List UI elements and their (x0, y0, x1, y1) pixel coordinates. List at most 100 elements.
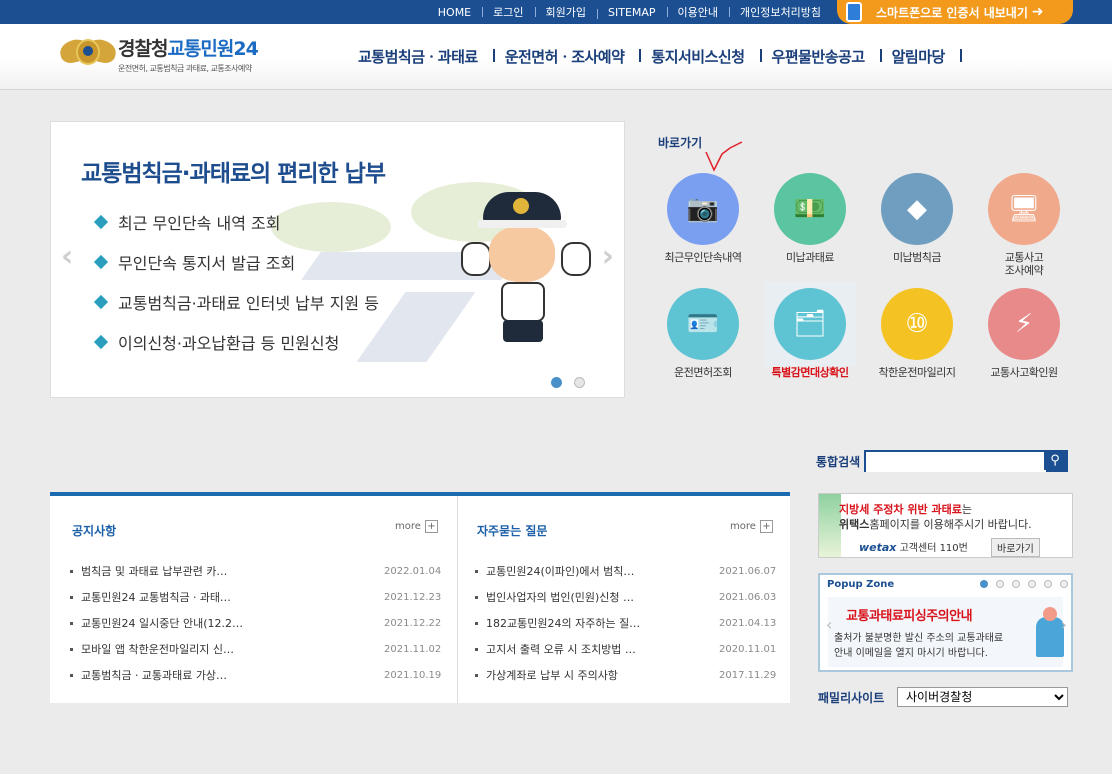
popup-headline: 교통과태료피싱주의안내 (846, 609, 973, 624)
family-site-label: 패밀리사이트 (818, 691, 885, 705)
popup-line-2: 안내 이메일을 열지 마시기 바랍니다. (834, 648, 988, 659)
popup-slide[interactable]: 교통과태료피싱주의안내 출처가 불분명한 발신 주소의 교통과태료 안내 이메일… (828, 597, 1064, 667)
slider-pagination (551, 377, 597, 388)
computer-icon: 🖥 (1007, 194, 1041, 224)
slider-feature-list: 최근 무인단속 내역 조회 무인단속 통지서 발급 조회 교통범칙금·과태료 인… (93, 202, 379, 362)
list-item[interactable]: 법인사업자의 법인(민원)신청 … 2021.06.03 (475, 584, 780, 610)
login-link[interactable]: 로그인 (482, 4, 534, 20)
list-item[interactable]: 모바일 앱 착한운전마일리지 신… 2021.11.02 (70, 636, 445, 662)
wetax-banner[interactable]: 지방세 주정차 위반 과태료는 위택스홈페이지를 이용해주시기 바랍니다. we… (818, 493, 1073, 558)
popup-dot-1[interactable] (980, 580, 988, 588)
nav-notification[interactable]: 통지서비스신청 (641, 46, 762, 67)
search-input[interactable] (866, 454, 1046, 472)
banner-red-text: 지방세 주정차 위반 과태료 (839, 503, 962, 516)
slider-next-icon[interactable]: › (602, 239, 614, 274)
quick-license-lookup[interactable]: 🪪 운전면허조회 (653, 288, 753, 379)
quick-special-reduction[interactable]: 🗂 특별감면대상확인 (760, 282, 860, 379)
wetax-logo: wetax (859, 541, 897, 554)
search-icon[interactable]: ⚲ (1044, 452, 1066, 470)
license-icon: 🪪 (686, 309, 720, 339)
list-item[interactable]: 182교통민원24의 자주하는 질… 2021.04.13 (475, 610, 780, 636)
notice-title[interactable]: 공지사항 (72, 522, 116, 539)
popup-zone: Popup Zone 교통과태료피싱주의안내 출처가 불분명한 발신 주소의 교… (818, 573, 1073, 672)
warning-icon: ◆ (907, 194, 927, 224)
home-link[interactable]: HOME (427, 6, 482, 19)
plus-icon: + (759, 520, 773, 533)
slider-title: 교통범칙금·과태료의 편리한 납부 (81, 161, 386, 187)
wetax-go-button[interactable]: 바로가기 (991, 538, 1040, 557)
logo-main-text: 경찰청 (118, 38, 168, 60)
police-officer-mascot (461, 192, 591, 342)
id-card-icon: 🗂 (793, 309, 827, 339)
sitemap-link[interactable]: SITEMAP (597, 6, 667, 19)
nav-notice-board[interactable]: 알림마당 (882, 46, 963, 67)
export-certificate-button[interactable]: 스마트폰으로 인증서 내보내기 ➜ (837, 0, 1073, 24)
list-item[interactable]: 고지서 출력 오류 시 조치방법 … 2020.11.01 (475, 636, 780, 662)
camera-icon: 📷 (686, 194, 720, 224)
utility-bar: HOME 로그인 회원가입 SITEMAP 이용안내 개인정보처리방침 스마트폰… (0, 0, 1112, 24)
list-item: 무인단속 통지서 발급 조회 (93, 242, 379, 282)
utility-links: HOME 로그인 회원가입 SITEMAP 이용안내 개인정보처리방침 (427, 0, 832, 24)
notice-more-button[interactable]: more + (395, 520, 438, 533)
smartphone-icon (846, 2, 862, 22)
popup-dot-3[interactable] (1012, 580, 1020, 588)
list-item[interactable]: 교통범칙금ㆍ교통과태료 가상… 2021.10.19 (70, 662, 445, 688)
money-icon: 💵 (793, 194, 827, 224)
main-nav: 교통범칙금ㆍ과태료 운전면허ㆍ조사예약 통지서비스신청 우편물반송공고 알림마당 (348, 46, 963, 67)
notice-panel: 공지사항 more + 범칙금 및 과태료 납부관련 카… 2022.01.04 교… (50, 496, 458, 703)
list-item: 이의신청·과오납환급 등 민원신청 (93, 322, 379, 362)
site-header: 경찰청교통민원24 운전면허, 교통범칙금 과태료, 교통조사예약 교통범칙금ㆍ… (0, 24, 1112, 90)
quick-accident-reservation[interactable]: 🖥 교통사고 조사예약 (974, 173, 1074, 277)
export-certificate-label: 스마트폰으로 인증서 내보내기 (876, 5, 1028, 20)
slider-dot-2[interactable] (574, 377, 585, 388)
list-item: 교통범칙금·과태료 인터넷 납부 지원 등 (93, 282, 379, 322)
banner-bold-text: 위택스 (839, 518, 870, 531)
family-site-select[interactable]: 사이버경찰청 (897, 687, 1068, 707)
list-item[interactable]: 교통민원24(이파인)에서 범칙… 2021.06.07 (475, 558, 780, 584)
quick-links-title: 바로가기 (658, 136, 703, 150)
faq-list: 교통민원24(이파인)에서 범칙… 2021.06.07 법인사업자의 법인(민원… (475, 558, 780, 688)
quick-accident-certificate[interactable]: ⚡ 교통사고확인원 (974, 288, 1074, 379)
quick-recent-enforcement[interactable]: 📷 최근무인단속내역 (653, 173, 753, 264)
popup-dot-4[interactable] (1028, 580, 1036, 588)
list-item[interactable]: 교통민원24 교통범칙금ㆍ과태… 2021.12.23 (70, 584, 445, 610)
red-checkmark-annotation (705, 141, 743, 172)
slider-dot-1[interactable] (551, 377, 562, 388)
popup-dot-5[interactable] (1044, 580, 1052, 588)
privacy-link[interactable]: 개인정보처리방침 (729, 4, 832, 20)
popup-next-icon[interactable]: › (1061, 615, 1067, 634)
list-item: 최근 무인단속 내역 조회 (93, 202, 379, 242)
quick-good-driving-mileage[interactable]: ⑩ 착한운전마일리지 (867, 288, 967, 379)
guide-link[interactable]: 이용안내 (666, 4, 729, 20)
nav-license[interactable]: 운전면허ㆍ조사예약 (495, 46, 642, 67)
popup-dot-6[interactable] (1060, 580, 1068, 588)
mileage-icon: ⑩ (905, 309, 929, 339)
list-item[interactable]: 가상계좌로 납부 시 주의사항 2017.11.29 (475, 662, 780, 688)
list-item[interactable]: 교통민원24 일시중단 안내(12.2… 2021.12.22 (70, 610, 445, 636)
popup-pagination (980, 580, 1076, 588)
faq-title[interactable]: 자주묻는 질문 (477, 522, 547, 539)
signup-link[interactable]: 회원가입 (534, 4, 597, 20)
diamond-bullet-icon (93, 214, 109, 230)
plus-icon: + (424, 520, 438, 533)
list-item[interactable]: 범칙금 및 과태료 납부관련 카… 2022.01.04 (70, 558, 445, 584)
quick-unpaid-penalty[interactable]: ◆ 미납범칙금 (867, 173, 967, 264)
nav-returned-mail[interactable]: 우편물반송공고 (762, 46, 882, 67)
diamond-bullet-icon (93, 334, 109, 350)
popup-dot-2[interactable] (996, 580, 1004, 588)
popup-prev-icon[interactable]: ‹ (826, 615, 832, 634)
popup-zone-title: Popup Zone (827, 579, 895, 590)
nav-fines[interactable]: 교통범칙금ㆍ과태료 (348, 46, 495, 67)
diamond-bullet-icon (93, 294, 109, 310)
search-label: 통합검색 (816, 455, 861, 469)
diamond-bullet-icon (93, 254, 109, 270)
logo-accent-text: 교통민원24 (167, 38, 258, 60)
arrow-right-icon: ➜ (1031, 4, 1044, 20)
faq-more-button[interactable]: more + (730, 520, 773, 533)
quick-unpaid-fine[interactable]: 💵 미납과태료 (760, 173, 860, 264)
popup-line-1: 출처가 불분명한 발신 주소의 교통과태료 (834, 633, 1004, 644)
notice-board: 공지사항 more + 범칙금 및 과태료 납부관련 카… 2022.01.04 교… (50, 492, 790, 703)
banner-center-text: 고객센터 110번 (899, 543, 968, 554)
slider-prev-icon[interactable]: ‹ (61, 239, 73, 274)
site-logo[interactable]: 경찰청교통민원24 운전면허, 교통범칙금 과태료, 교통조사예약 (57, 34, 259, 74)
